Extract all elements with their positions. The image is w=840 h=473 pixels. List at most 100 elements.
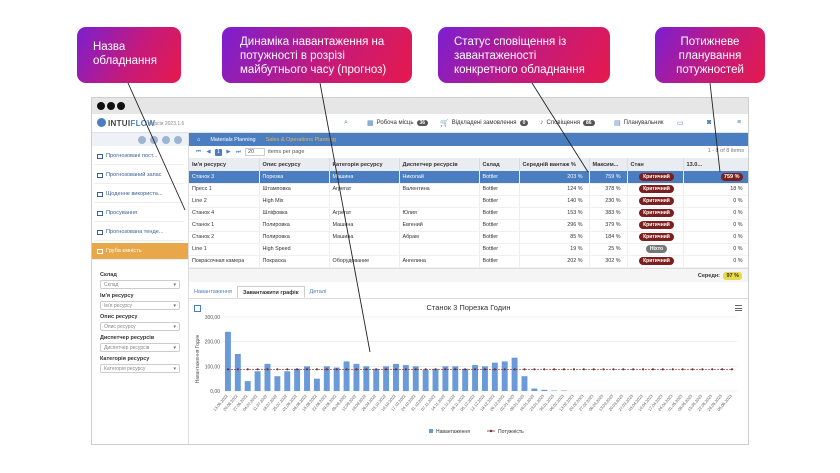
first-page-icon[interactable]: ⏮	[195, 149, 202, 156]
capacity-point	[582, 367, 585, 370]
table-cell: Критичний	[627, 171, 684, 184]
capacity-point	[365, 367, 368, 370]
sidebar-item-daily-usage[interactable]: Щоденне використа...	[94, 186, 184, 203]
capacity-point	[632, 367, 635, 370]
current-page[interactable]: 1	[215, 148, 222, 156]
table-cell: Bottler	[479, 171, 520, 184]
filter-warehouse-select[interactable]: Склад	[100, 280, 180, 289]
tool-icon[interactable]	[174, 135, 182, 144]
sidebar-item-forecast-supply[interactable]: Прогнозовані пост...	[94, 148, 184, 165]
table-cell: Евгений	[399, 219, 480, 232]
column-header[interactable]: Середній вантаж %	[519, 158, 590, 171]
table-cell: 296 %	[519, 219, 590, 232]
sidebar-item-label: Прогнозована тенде...	[106, 229, 164, 235]
notifications-button[interactable]: ♪ Сповіщення 86	[540, 119, 595, 126]
table-row[interactable]: Line 2 High Mix Bottler 140 % 230 % Критичний…	[189, 195, 748, 208]
table-cell: Станок 1	[189, 219, 260, 232]
tool-icon[interactable]	[138, 135, 146, 144]
table-cell: Покрасочная камера	[189, 255, 260, 268]
capacity-point	[384, 367, 388, 370]
tab-load[interactable]: Навантаження	[189, 286, 237, 298]
filter-resource-desc-select[interactable]: Опис ресурсу	[100, 322, 180, 331]
breadcrumb-item[interactable]: Materials Planning	[210, 137, 255, 143]
capacity-point	[661, 367, 664, 370]
sidebar-item-promotion[interactable]: Просування	[94, 205, 184, 222]
table-cell: Николай	[399, 171, 480, 184]
chart-icon[interactable]: ▭	[677, 119, 684, 127]
notifications-label: Сповіщення	[546, 119, 581, 126]
capacity-point	[473, 367, 477, 370]
filter-placeholder: Категорія ресурсу	[104, 366, 146, 372]
chart-bar	[284, 370, 291, 391]
column-header[interactable]: Опис ресурсу	[259, 158, 330, 171]
table-header: Ім'я ресурсу Опис ресурсу Категорія ресурс…	[189, 158, 748, 171]
tab-load-chart[interactable]: Завантажити графік	[236, 285, 305, 298]
table-cell: High Mix	[259, 195, 330, 208]
deferred-count: 0	[519, 120, 529, 126]
table-row[interactable]: Line 1 High Speed Bottler 19 % 25 % Ніхто 0 %	[189, 243, 748, 256]
filter-dispatcher-select[interactable]: Диспетчер ресурсів	[100, 343, 180, 352]
table-row[interactable]: Станок 4 Шліфовка Агрегат Юлия Bottler 153 % 3…	[189, 207, 748, 220]
user-icon[interactable]: ◙	[707, 119, 711, 126]
table-row[interactable]: Станок 1 Полировка Машина Евгений Bottler 296…	[189, 219, 748, 232]
chart-bar	[264, 363, 271, 391]
table-row[interactable]: Покрасочная камера Покраска Оборудование Ан…	[189, 255, 748, 268]
deferred-orders-button[interactable]: 🛒 Відкладені замовлення 0	[440, 119, 529, 127]
sidebar-item-forecast-stock[interactable]: Прогнозований запас	[94, 167, 184, 184]
table-cell: Критичний	[627, 207, 684, 220]
page-size-select[interactable]: 20	[245, 148, 265, 156]
breadcrumb-item-current[interactable]: Sales & Operations Planning	[266, 137, 336, 143]
home-icon[interactable]: ⌂	[197, 137, 200, 143]
capacity-point	[622, 367, 625, 370]
capacity-point	[493, 367, 496, 370]
filter-resource-name-select[interactable]: Ім'я ресурсу	[100, 301, 180, 310]
chart-bar	[244, 380, 251, 391]
status-badge: Критичний	[639, 197, 674, 205]
capacity-point	[602, 367, 605, 370]
table-cell: 203 %	[519, 171, 590, 184]
table-row[interactable]: Станок 2 Полировка Машина Абрам Bottler 85 % 1…	[189, 231, 748, 244]
column-header[interactable]: 13.0...	[683, 158, 748, 171]
planner-button[interactable]: ▤ Планувальник	[614, 119, 663, 127]
column-header[interactable]: Ім'я ресурсу	[189, 158, 260, 171]
last-page-icon[interactable]: ⏭	[235, 149, 242, 156]
status-badge: Критичний	[639, 233, 674, 241]
capacity-point	[236, 367, 239, 370]
prev-page-icon[interactable]: ◀	[205, 149, 212, 156]
capacity-point	[572, 367, 576, 370]
tool-icon[interactable]	[162, 135, 170, 144]
notifications-count: 86	[583, 119, 595, 126]
search-icon[interactable]: ⌕	[344, 119, 348, 127]
capacity-point	[562, 367, 566, 370]
workplace-button[interactable]: ▦ Робоча місць 36	[367, 119, 429, 127]
app-logo[interactable]: INTUIFLOW	[97, 118, 155, 128]
menu-icon[interactable]: ≡	[737, 119, 741, 126]
table-cell: Line 2	[189, 195, 260, 208]
tool-icon[interactable]	[150, 135, 158, 144]
tab-details[interactable]: Деталі	[305, 286, 332, 298]
column-header[interactable]: Склад	[479, 158, 520, 171]
table-cell: 85 %	[519, 231, 590, 244]
table-row[interactable]: Станок 3 Порезка Машина Николай Bottler 203 %…	[189, 171, 748, 184]
sidebar: Прогнозовані пост... Прогнозований запас…	[92, 133, 189, 444]
next-page-icon[interactable]: ▶	[225, 149, 232, 156]
sidebar-item-forecast-trend[interactable]: Прогнозована тенде...	[94, 224, 184, 241]
window-dot[interactable]	[97, 102, 105, 110]
window-dot[interactable]	[107, 102, 115, 110]
window-dot[interactable]	[117, 102, 125, 110]
column-header[interactable]: Стан	[627, 158, 684, 171]
sidebar-item-rough-capacity[interactable]: Груба ємність	[92, 243, 188, 260]
table-cell: 0 %	[683, 219, 748, 232]
capacity-point	[671, 367, 674, 370]
column-header[interactable]: Категорія ресурсу	[329, 158, 400, 171]
callout-load-dynamics: Динаміка навантаження на потужності в ро…	[222, 27, 412, 83]
column-header[interactable]: Максим...	[589, 158, 628, 171]
table-row[interactable]: Пресс 1 Штамповка Агрегат Валентина Bottler 1…	[189, 183, 748, 196]
chart-bar	[254, 370, 261, 391]
capacity-point	[246, 367, 249, 370]
chart-bar	[462, 368, 469, 391]
filter-category-select[interactable]: Категорія ресурсу	[100, 364, 180, 373]
chart-bar	[501, 360, 508, 391]
table-cell: Критичний	[627, 183, 684, 196]
column-header[interactable]: Диспетчер ресурсів	[399, 158, 480, 171]
